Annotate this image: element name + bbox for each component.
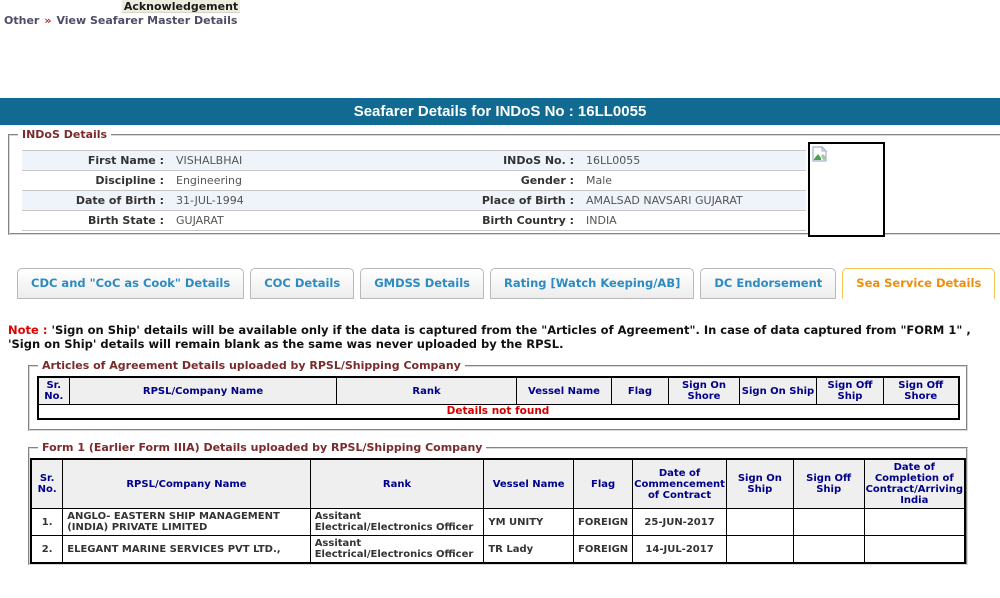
table-row: 1. ANGLO- EASTERN SHIP MANAGEMENT (INDIA… bbox=[31, 509, 965, 536]
field-value: Engineering bbox=[170, 171, 470, 191]
cell-vessel: YM UNITY bbox=[484, 509, 574, 536]
articles-table: Sr. No. RPSL/Company Name Rank Vessel Na… bbox=[37, 376, 960, 420]
column-header: RPSL/Company Name bbox=[70, 377, 337, 405]
cell-flag: FOREIGN bbox=[573, 509, 632, 536]
column-header: Vessel Name bbox=[517, 377, 612, 405]
column-header: Sign Off Shore bbox=[884, 377, 959, 405]
form1-panel: Form 1 (Earlier Form IIIA) Details uploa… bbox=[28, 441, 968, 565]
field-label: First Name : bbox=[22, 151, 170, 171]
field-label: Birth State : bbox=[22, 211, 170, 231]
cell-commencement-date: 14-JUL-2017 bbox=[633, 536, 727, 564]
field-label: Discipline : bbox=[22, 171, 170, 191]
field-label: Birth Country : bbox=[470, 211, 580, 231]
field-value: VISHALBHAI bbox=[170, 151, 470, 171]
table-row: First Name : VISHALBHAI INDoS No. : 16LL… bbox=[22, 151, 806, 171]
broken-image-icon bbox=[812, 146, 828, 162]
form1-legend: Form 1 (Earlier Form IIIA) Details uploa… bbox=[38, 441, 486, 454]
cell-flag: FOREIGN bbox=[573, 536, 632, 564]
cell-sign-on-ship bbox=[726, 536, 793, 564]
cell-completion-date bbox=[864, 509, 965, 536]
cell-rank: Assitant Electrical/Electronics Officer bbox=[310, 509, 484, 536]
tab-sea-service-details[interactable]: Sea Service Details bbox=[842, 268, 995, 299]
column-header: Flag bbox=[573, 459, 632, 509]
cell-company: ANGLO- EASTERN SHIP MANAGEMENT (INDIA) P… bbox=[63, 509, 310, 536]
column-header: Sign On Ship bbox=[726, 459, 793, 509]
cell-sign-off-ship bbox=[793, 509, 864, 536]
column-header: Rank bbox=[337, 377, 517, 405]
seafarer-photo bbox=[808, 142, 885, 237]
column-header: Sign Off Ship bbox=[793, 459, 864, 509]
table-row: Date of Birth : 31-JUL-1994 Place of Bir… bbox=[22, 191, 806, 211]
note-prefix: Note : bbox=[8, 323, 47, 337]
indos-details-table: First Name : VISHALBHAI INDoS No. : 16LL… bbox=[22, 150, 806, 231]
tab-rating-watch-keeping-ab[interactable]: Rating [Watch Keeping/AB] bbox=[490, 268, 694, 299]
column-header: Flag bbox=[612, 377, 669, 405]
cell-sr-no: 2. bbox=[31, 536, 63, 564]
table-row: Birth State : GUJARAT Birth Country : IN… bbox=[22, 211, 806, 231]
field-label: INDoS No. : bbox=[470, 151, 580, 171]
column-header: Date of Commencement of Contract bbox=[633, 459, 727, 509]
field-label: Gender : bbox=[470, 171, 580, 191]
breadcrumb-current: View Seafarer Master Details bbox=[56, 14, 237, 27]
column-header: RPSL/Company Name bbox=[63, 459, 310, 509]
column-header: Sr. No. bbox=[38, 377, 70, 405]
column-header: Sr. No. bbox=[31, 459, 63, 509]
column-header: Sign On Shore bbox=[669, 377, 740, 405]
details-not-found-message: Details not found bbox=[38, 405, 959, 420]
cell-completion-date bbox=[864, 536, 965, 564]
column-header: Vessel Name bbox=[484, 459, 574, 509]
field-value: AMALSAD NAVSARI GUJARAT bbox=[580, 191, 806, 211]
table-header-row: Sr. No. RPSL/Company Name Rank Vessel Na… bbox=[31, 459, 965, 509]
empty-row: Details not found bbox=[38, 405, 959, 420]
acknowledgement-tab[interactable]: Acknowledgement bbox=[122, 0, 240, 13]
field-value: 31-JUL-1994 bbox=[170, 191, 470, 211]
field-value: INDIA bbox=[580, 211, 806, 231]
tab-gmdss-details[interactable]: GMDSS Details bbox=[360, 268, 484, 299]
table-header-row: Sr. No. RPSL/Company Name Rank Vessel Na… bbox=[38, 377, 959, 405]
breadcrumb-separator-icon: » bbox=[39, 14, 56, 27]
column-header: Rank bbox=[310, 459, 484, 509]
field-value: Male bbox=[580, 171, 806, 191]
cell-rank: Assitant Electrical/Electronics Officer bbox=[310, 536, 484, 564]
column-header: Sign Off Ship bbox=[817, 377, 884, 405]
tab-cdc-coc-as-cook-details[interactable]: CDC and "CoC as Cook" Details bbox=[17, 268, 244, 299]
table-row: Discipline : Engineering Gender : Male bbox=[22, 171, 806, 191]
field-label: Place of Birth : bbox=[470, 191, 580, 211]
breadcrumb: Other»View Seafarer Master Details bbox=[4, 14, 237, 27]
form1-table: Sr. No. RPSL/Company Name Rank Vessel Na… bbox=[30, 458, 966, 564]
tab-bar: CDC and "CoC as Cook" Details COC Detail… bbox=[17, 268, 1000, 299]
note-body: 'Sign on Ship' details will be available… bbox=[8, 323, 971, 351]
tab-coc-details[interactable]: COC Details bbox=[250, 268, 354, 299]
field-value: GUJARAT bbox=[170, 211, 470, 231]
indos-details-legend: INDoS Details bbox=[18, 128, 111, 141]
breadcrumb-root[interactable]: Other bbox=[4, 14, 39, 27]
cell-company: ELEGANT MARINE SERVICES PVT LTD., bbox=[63, 536, 310, 564]
page-title: Seafarer Details for INDoS No : 16LL0055 bbox=[0, 98, 1000, 125]
articles-of-agreement-panel: Articles of Agreement Details uploaded b… bbox=[28, 359, 968, 431]
table-row: 2. ELEGANT MARINE SERVICES PVT LTD., Ass… bbox=[31, 536, 965, 564]
cell-sign-on-ship bbox=[726, 509, 793, 536]
column-header: Date of Completion of Contract/Arriving … bbox=[864, 459, 965, 509]
cell-commencement-date: 25-JUN-2017 bbox=[633, 509, 727, 536]
articles-legend: Articles of Agreement Details uploaded b… bbox=[38, 359, 465, 372]
cell-sr-no: 1. bbox=[31, 509, 63, 536]
note-text: Note : 'Sign on Ship' details will be av… bbox=[8, 323, 982, 351]
cell-vessel: TR Lady bbox=[484, 536, 574, 564]
field-value: 16LL0055 bbox=[580, 151, 806, 171]
field-label: Date of Birth : bbox=[22, 191, 170, 211]
column-header: Sign On Ship bbox=[740, 377, 817, 405]
cell-sign-off-ship bbox=[793, 536, 864, 564]
tab-dc-endorsement[interactable]: DC Endorsement bbox=[700, 268, 836, 299]
